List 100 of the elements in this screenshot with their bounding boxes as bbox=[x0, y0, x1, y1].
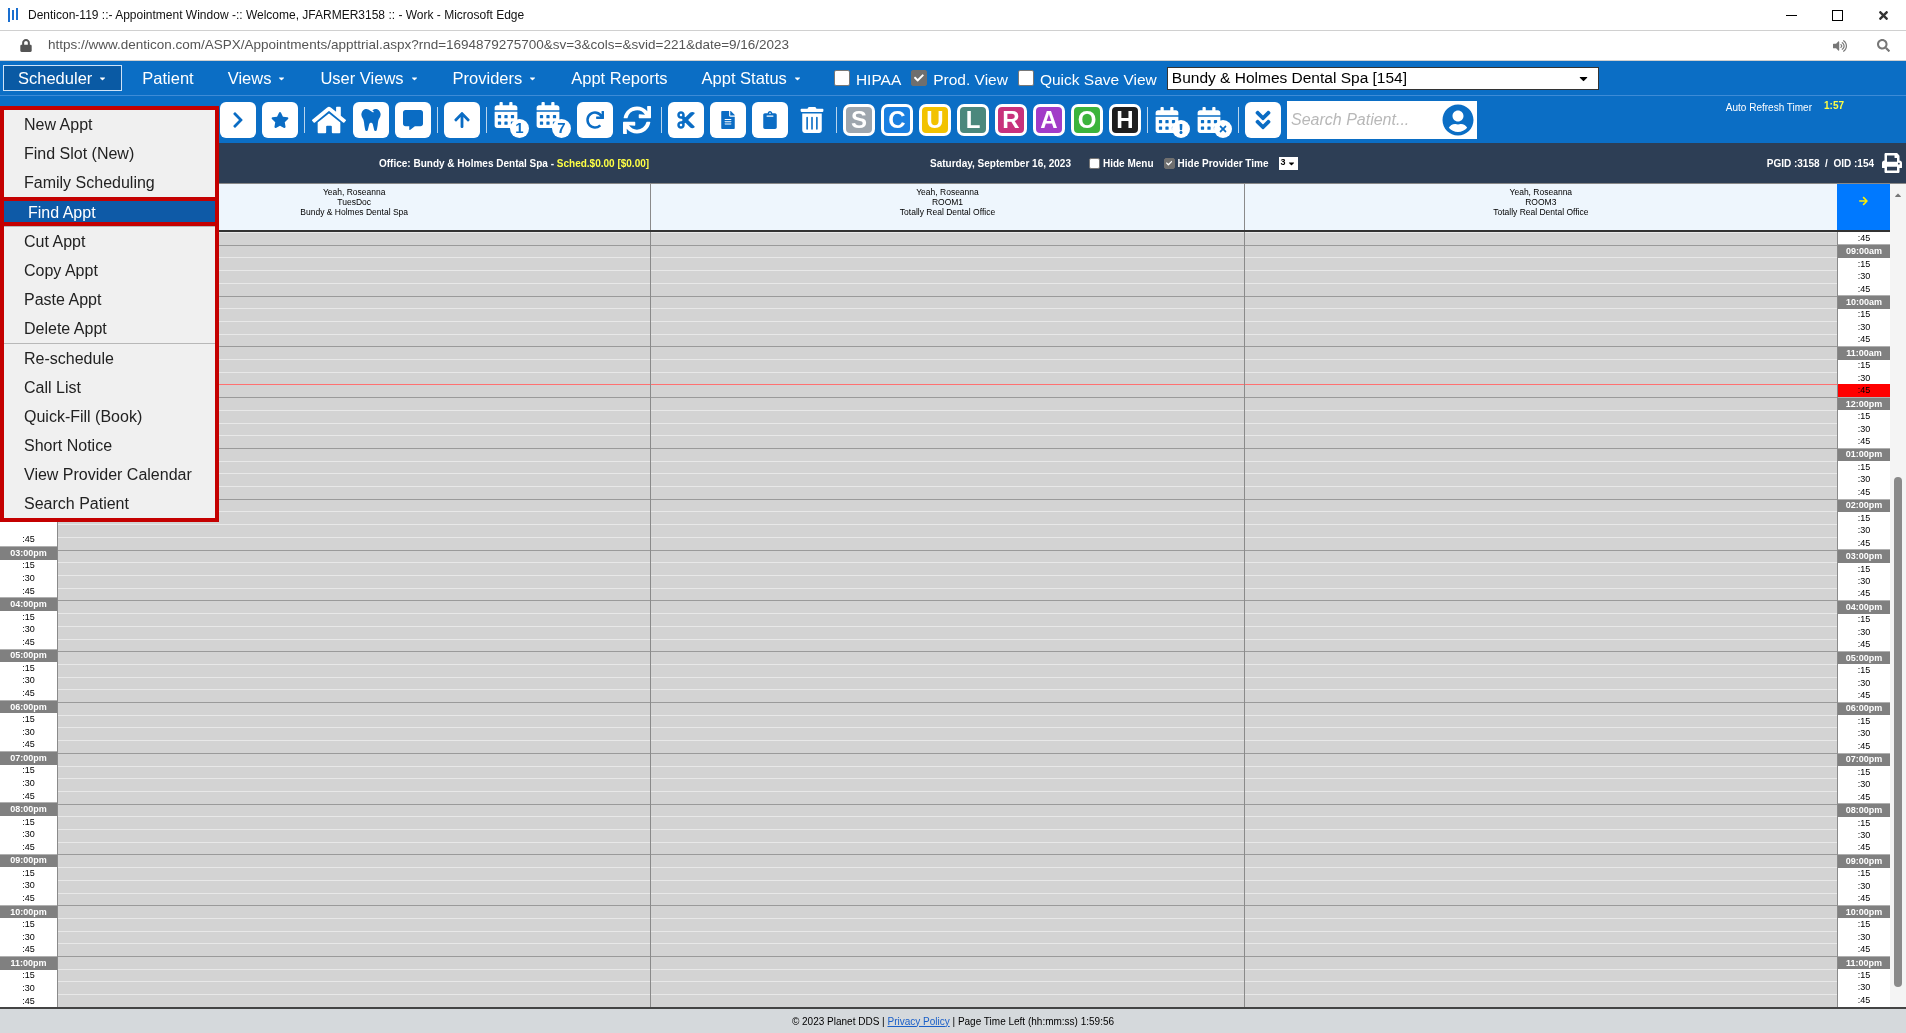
tooth-button[interactable] bbox=[353, 101, 389, 138]
rotate-icon bbox=[586, 110, 604, 129]
time-label: 04:00pm bbox=[10, 600, 47, 610]
time-label: :30 bbox=[1857, 322, 1871, 332]
favorite-button[interactable] bbox=[262, 101, 298, 138]
time-label: :45 bbox=[22, 996, 35, 1006]
time-label: 07:00pm bbox=[1845, 755, 1883, 765]
time-label: :15 bbox=[22, 663, 35, 673]
upload-button[interactable] bbox=[444, 101, 480, 138]
exclamation-icon bbox=[1172, 119, 1190, 138]
checkbox[interactable] bbox=[911, 70, 928, 86]
checkbox[interactable] bbox=[1163, 157, 1175, 169]
time-label: :45 bbox=[1857, 741, 1871, 751]
menu-option[interactable]: Call List bbox=[4, 373, 215, 402]
checkbox[interactable] bbox=[1017, 70, 1034, 86]
address-field[interactable]: https://www.denticon.com/ASPX/Appointments/appttrial.aspx?rnd=1694879275700&sv=3&cols=&svid=221&date=9/16/2023 bbox=[48, 35, 790, 56]
checkbox[interactable] bbox=[1089, 157, 1100, 169]
menu-option[interactable]: Re-schedule bbox=[4, 344, 215, 373]
time-label: 09:00am bbox=[1845, 247, 1882, 257]
menu-option[interactable]: Short Notice bbox=[4, 431, 215, 460]
status-button[interactable]: C bbox=[881, 103, 913, 136]
time-label: :15 bbox=[22, 971, 35, 981]
week-view-button[interactable]: 7 bbox=[535, 101, 571, 138]
menu-option[interactable]: Find Slot (New) bbox=[4, 139, 215, 168]
cut-button[interactable] bbox=[668, 101, 704, 138]
time-label: :15 bbox=[1857, 310, 1871, 320]
auto-refresh-label: Auto Refresh Timer bbox=[1725, 101, 1812, 115]
clipboard-icon bbox=[761, 110, 779, 129]
menu-item[interactable]: Appt Reports bbox=[557, 65, 682, 91]
time-label: 08:00pm bbox=[1845, 806, 1883, 816]
next-button[interactable] bbox=[220, 101, 256, 138]
status-button[interactable]: L bbox=[957, 103, 989, 136]
time-label: :30 bbox=[1857, 424, 1871, 434]
menu-item[interactable]: User Views bbox=[306, 65, 433, 91]
time-label: :15 bbox=[1857, 513, 1871, 523]
menu-item[interactable]: Views bbox=[213, 65, 301, 91]
time-label: :45 bbox=[1857, 538, 1871, 548]
time-label: :45 bbox=[1857, 792, 1871, 802]
arrow-up-icon bbox=[453, 110, 471, 129]
menu-option[interactable]: Quick-Fill (Book) bbox=[4, 402, 215, 431]
menu-option[interactable]: Copy Appt bbox=[4, 256, 215, 285]
time-label: 12:00pm bbox=[1845, 399, 1883, 409]
message-button[interactable] bbox=[395, 101, 431, 138]
time-label: :45 bbox=[22, 637, 35, 647]
time-label: 09:00pm bbox=[1845, 856, 1883, 866]
menu-item[interactable]: Appt Status bbox=[687, 65, 816, 91]
time-label: :30 bbox=[22, 881, 35, 891]
time-label: :30 bbox=[1857, 881, 1871, 891]
expand-button[interactable] bbox=[1245, 101, 1281, 138]
menu-option[interactable]: Cut Appt bbox=[4, 227, 215, 256]
menu-option[interactable]: Delete Appt bbox=[4, 314, 215, 343]
status-button[interactable]: H bbox=[1109, 103, 1141, 136]
print-icon[interactable] bbox=[1882, 153, 1902, 173]
menu-option[interactable]: New Appt bbox=[4, 110, 215, 139]
time-label: :15 bbox=[1857, 971, 1871, 980]
status-button[interactable]: R bbox=[995, 103, 1027, 136]
time-label: :15 bbox=[1857, 259, 1871, 269]
scissors-icon bbox=[676, 109, 696, 130]
office-select[interactable]: Bundy & Holmes Dental Spa [154] bbox=[1166, 66, 1599, 90]
time-label: :30 bbox=[22, 932, 35, 942]
menu-item[interactable]: Scheduler bbox=[3, 65, 123, 91]
time-label: 10:00am bbox=[1845, 298, 1882, 307]
schedule-date: Saturday, September 16, 2023 bbox=[930, 156, 1071, 171]
footer-text: © 2023 Planet DDS | Privacy Policy | Page Time Left (hh:mm:ss) 1:59:56 bbox=[791, 1014, 1115, 1029]
checkbox-label: Hide Menu bbox=[1103, 156, 1154, 171]
copy-button[interactable] bbox=[710, 101, 746, 138]
search-patient-field[interactable]: Search Patient... bbox=[1287, 100, 1439, 139]
time-label: 11:00am bbox=[1846, 348, 1882, 358]
document-icon bbox=[719, 110, 737, 129]
time-label: 01:00pm bbox=[1845, 450, 1883, 460]
lock-icon bbox=[20, 39, 32, 52]
status-button[interactable]: A bbox=[1033, 103, 1065, 136]
checkbox[interactable] bbox=[833, 70, 850, 86]
menu-option[interactable]: Search Patient bbox=[4, 489, 215, 518]
menu-item[interactable]: Providers bbox=[438, 65, 552, 91]
time-label: :15 bbox=[22, 868, 35, 878]
paste-button[interactable] bbox=[752, 101, 788, 138]
search-patient-button[interactable] bbox=[1439, 100, 1477, 139]
speaker-icon[interactable] bbox=[1833, 38, 1847, 53]
zoom-out-icon[interactable] bbox=[1877, 39, 1890, 52]
time-label: :30 bbox=[1857, 729, 1871, 739]
time-label: :45 bbox=[1857, 386, 1871, 396]
time-label: :30 bbox=[1857, 272, 1871, 282]
time-label: :45 bbox=[1857, 436, 1871, 446]
menu-item[interactable]: Patient bbox=[128, 65, 208, 91]
time-label: 06:00pm bbox=[1845, 704, 1883, 714]
columns-select[interactable]: 3 bbox=[1278, 156, 1298, 170]
time-label: :15 bbox=[1857, 462, 1871, 472]
menu-option[interactable]: Paste Appt bbox=[4, 285, 215, 314]
privacy-policy-link[interactable]: Privacy Policy bbox=[887, 1015, 950, 1027]
time-label: :45 bbox=[1857, 335, 1871, 345]
time-label: :30 bbox=[1857, 576, 1871, 586]
time-label: :30 bbox=[1857, 627, 1871, 637]
day-view-button[interactable]: 1 bbox=[493, 101, 529, 138]
menu-option[interactable]: View Provider Calendar bbox=[4, 460, 215, 489]
scrollbar[interactable] bbox=[1890, 184, 1906, 1007]
tooth-icon bbox=[360, 108, 382, 131]
time-label: :45 bbox=[22, 894, 35, 904]
rotate-button[interactable] bbox=[577, 101, 613, 138]
time-label: 03:00pm bbox=[1845, 552, 1883, 562]
